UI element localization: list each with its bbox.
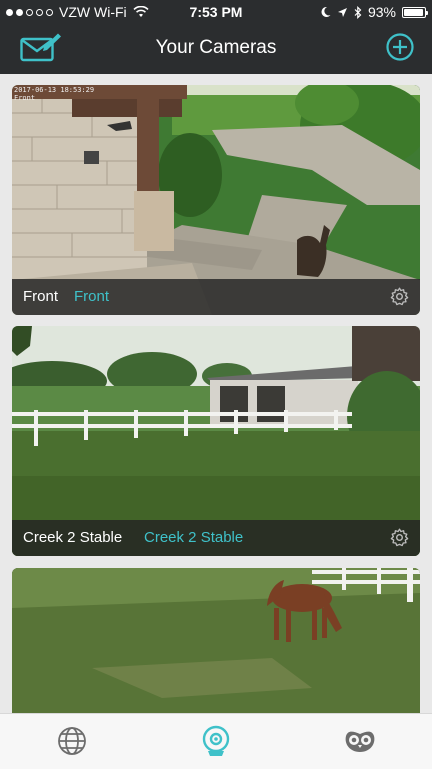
camera-footer: Front Front [12,279,420,315]
status-bar: VZW Wi-Fi 7:53 PM 93% [0,0,432,24]
tab-bar [0,713,432,769]
battery-icon [402,6,428,18]
gear-icon[interactable] [389,286,410,307]
add-camera-icon[interactable] [386,33,414,61]
owl-icon [345,731,375,752]
camera-footer: Creek 2 Stable Creek 2 Stable [12,520,420,556]
camera-card-front[interactable]: 2017-06-13 18:53:29 Front Front Front [12,85,420,315]
camera-card-3[interactable] [12,568,420,728]
camera-location: Creek 2 Stable [144,529,244,546]
camera-name: Creek 2 Stable [23,529,123,546]
battery-percent: 93% [367,4,396,20]
globe-icon [58,727,86,755]
battery-fill [404,8,423,16]
camera-icon [202,725,230,756]
camera-timestamp: 2017-06-13 18:53:29 [14,86,94,94]
app-header: VZW Wi-Fi 7:53 PM 93% Your Cameras [0,0,432,74]
camera-preview-3[interactable] [12,568,420,728]
camera-location: Front [74,288,110,305]
gear-icon[interactable] [389,527,410,548]
moon-icon [321,6,331,17]
page-title: Your Cameras [155,37,277,58]
camera-card-creek-2-stable[interactable]: Creek 2 Stable Creek 2 Stable [12,326,420,556]
location-arrow-icon [337,7,347,17]
tab-cameras[interactable] [199,724,233,758]
camera-name: Front [23,288,59,305]
bluetooth-icon [354,5,362,19]
camera-overlay-label: Front [14,94,35,102]
tab-owl[interactable] [343,724,377,758]
tab-globe[interactable] [55,724,89,758]
